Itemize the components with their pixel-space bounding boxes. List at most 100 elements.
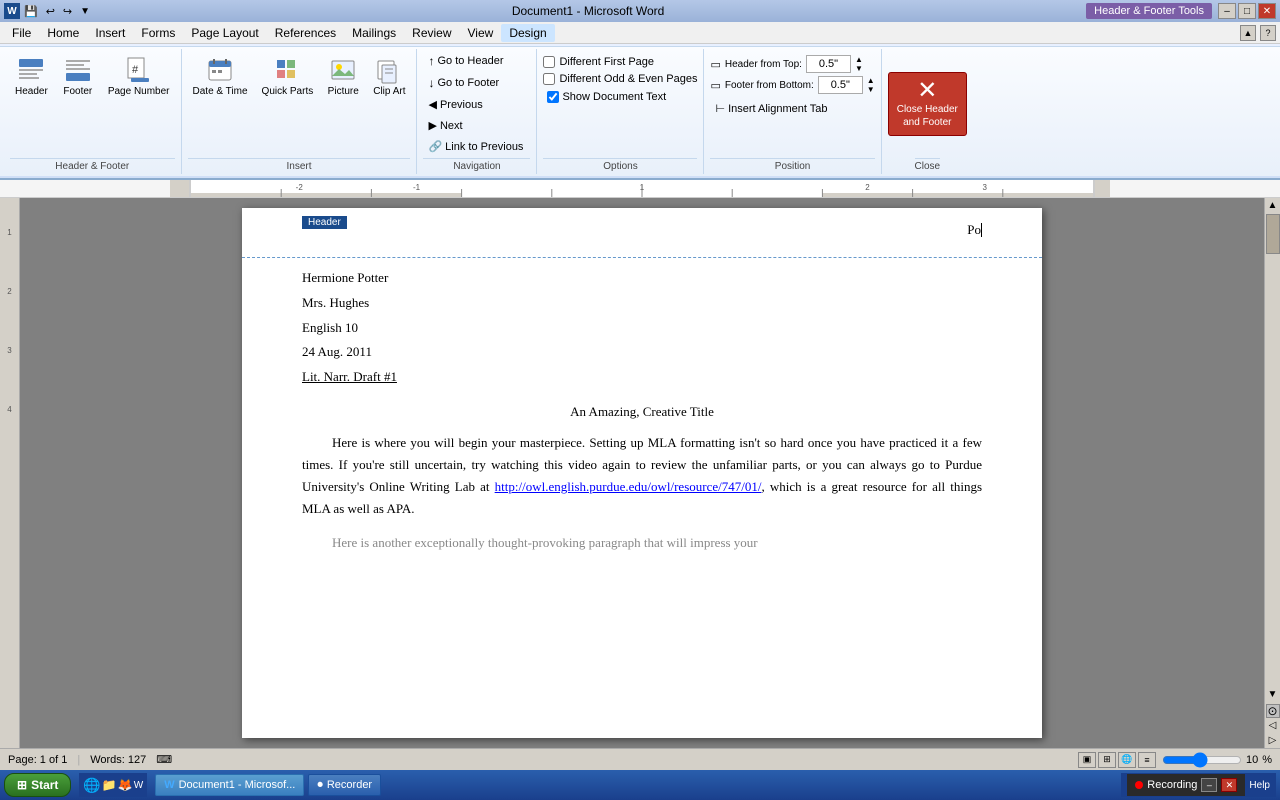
footer-bottom-up[interactable]: ▲ bbox=[867, 76, 875, 85]
quick-save[interactable]: 💾 bbox=[24, 5, 38, 18]
menu-view[interactable]: View bbox=[460, 24, 502, 42]
menu-page-layout[interactable]: Page Layout bbox=[183, 24, 266, 42]
page-info: Page: 1 of 1 bbox=[8, 754, 67, 766]
zoom-level: 10 bbox=[1246, 754, 1258, 766]
view-web-button[interactable]: 🌐 bbox=[1118, 752, 1136, 768]
help-button[interactable]: ? bbox=[1260, 25, 1276, 41]
ruler-inner: 1 -1 2 -2 3 bbox=[190, 180, 1094, 197]
prev-page-button[interactable]: ◁ bbox=[1267, 718, 1279, 733]
quick-redo[interactable]: ↪ bbox=[63, 5, 72, 18]
purdue-link[interactable]: http://owl.english.purdue.edu/owl/resour… bbox=[495, 479, 762, 494]
menu-references[interactable]: References bbox=[267, 24, 344, 42]
vertical-scrollbar[interactable]: ▲ ▼ ⊙ ◁ ▷ bbox=[1264, 198, 1280, 748]
scroll-up-button[interactable]: ▲ bbox=[1266, 198, 1280, 213]
insert-alignment-tab-button[interactable]: ⊢ Insert Alignment Tab bbox=[710, 99, 832, 118]
view-print-button[interactable]: ▣ bbox=[1078, 752, 1096, 768]
show-doc-text-option[interactable]: Show Document Text bbox=[543, 89, 670, 105]
page-body[interactable]: Hermione Potter Mrs. Hughes English 10 2… bbox=[242, 258, 1042, 586]
scroll-thumb[interactable] bbox=[1266, 214, 1280, 254]
position-items: ▭ Header from Top: ▲ ▼ ▭ Footer from Bot… bbox=[710, 51, 874, 156]
ie-icon[interactable]: 🌐 bbox=[83, 777, 100, 794]
zoom-slider[interactable] bbox=[1162, 754, 1242, 766]
quick-parts-button[interactable]: Quick Parts bbox=[257, 51, 319, 100]
recording-label: Recording bbox=[1147, 779, 1197, 791]
close-header-footer-button[interactable]: ✕ Close Headerand Footer bbox=[888, 72, 967, 136]
ribbon-group-insert: Date & Time Quick Parts Picture bbox=[182, 49, 418, 174]
previous-icon: ◀ bbox=[428, 98, 436, 111]
view-fullscreen-button[interactable]: ⊞ bbox=[1098, 752, 1116, 768]
menu-mailings[interactable]: Mailings bbox=[344, 24, 404, 42]
word-taskbar-item[interactable]: W Document1 - Microsof... bbox=[155, 774, 304, 796]
menu-design[interactable]: Design bbox=[501, 24, 554, 42]
header-top-down[interactable]: ▼ bbox=[855, 64, 863, 73]
view-draft-button[interactable]: ≡ bbox=[1138, 752, 1156, 768]
start-label: Start bbox=[31, 778, 58, 792]
recording-close-btn[interactable]: ✕ bbox=[1221, 778, 1237, 792]
word-count: Words: 127 bbox=[90, 754, 146, 766]
link-to-previous-button[interactable]: 🔗 Link to Previous bbox=[423, 137, 528, 156]
go-to-header-button[interactable]: ↑ Go to Header bbox=[423, 51, 508, 71]
select-browse-object-button[interactable]: ⊙ bbox=[1266, 704, 1280, 718]
start-button[interactable]: ⊞ Start bbox=[4, 773, 71, 797]
quick-launch-bar: 🌐 📁 🦊 W bbox=[79, 773, 147, 797]
close-header-footer-label: Close Headerand Footer bbox=[897, 103, 958, 129]
header-top-up[interactable]: ▲ bbox=[855, 55, 863, 64]
page-number-button[interactable]: # Page Number bbox=[103, 51, 175, 100]
svg-text:1: 1 bbox=[640, 183, 645, 192]
footer-bottom-down[interactable]: ▼ bbox=[867, 85, 875, 94]
footer-from-bottom-input[interactable] bbox=[818, 76, 863, 94]
date-line: 24 Aug. 2011 bbox=[302, 342, 982, 363]
ribbon-collapse-btn[interactable]: ▲ bbox=[1240, 25, 1256, 41]
teacher-line: Mrs. Hughes bbox=[302, 293, 982, 314]
diff-first-page-checkbox[interactable] bbox=[543, 56, 555, 68]
header-from-top-input[interactable] bbox=[806, 55, 851, 73]
folder-icon[interactable]: 📁 bbox=[102, 778, 117, 792]
menu-forms[interactable]: Forms bbox=[133, 24, 183, 42]
diff-first-page-option[interactable]: Different First Page bbox=[543, 55, 654, 69]
previous-button[interactable]: ◀ Previous bbox=[423, 95, 487, 114]
recording-minimize-btn[interactable]: – bbox=[1201, 778, 1217, 792]
recorder-taskbar-item[interactable]: ⏺ Recorder bbox=[308, 774, 381, 796]
firefox-icon[interactable]: 🦊 bbox=[118, 778, 133, 792]
go-to-header-icon: ↑ bbox=[428, 54, 434, 68]
picture-button[interactable]: Picture bbox=[322, 51, 364, 100]
quick-undo[interactable]: ↩ bbox=[46, 5, 55, 18]
menu-file[interactable]: File bbox=[4, 24, 39, 42]
quick-parts-label: Quick Parts bbox=[262, 86, 314, 97]
next-button[interactable]: ▶ Next bbox=[423, 116, 467, 135]
window-close-button[interactable]: ✕ bbox=[1258, 3, 1276, 19]
track-changes-icon[interactable]: ⌨ bbox=[156, 753, 172, 766]
show-doc-text-checkbox[interactable] bbox=[547, 91, 559, 103]
word-quick-icon[interactable]: W bbox=[134, 780, 143, 791]
recorder-label: Recorder bbox=[327, 779, 372, 791]
group-label-options: Options bbox=[543, 158, 697, 172]
menu-review[interactable]: Review bbox=[404, 24, 459, 42]
clip-art-button[interactable]: Clip Art bbox=[368, 51, 410, 100]
doc-scroll-area[interactable]: Header Po Hermione Potter Mrs. Hughes En… bbox=[20, 198, 1264, 748]
header-button[interactable]: Header bbox=[10, 51, 53, 100]
go-to-footer-button[interactable]: ↓ Go to Footer bbox=[423, 73, 504, 93]
diff-odd-even-checkbox[interactable] bbox=[543, 73, 555, 85]
menu-home[interactable]: Home bbox=[39, 24, 87, 42]
show-doc-text-label: Show Document Text bbox=[562, 91, 666, 103]
word-icon: W bbox=[4, 3, 20, 19]
alignment-tab-icon: ⊢ bbox=[715, 102, 725, 115]
ribbon: Header Footer # Page Number Header & Foo… bbox=[0, 44, 1280, 180]
footer-button[interactable]: Footer bbox=[57, 51, 99, 100]
quick-menu[interactable]: ▼ bbox=[80, 6, 90, 17]
paragraph-2: Here is another exceptionally thought-pr… bbox=[302, 532, 982, 554]
group-label-insert: Insert bbox=[188, 158, 411, 172]
date-time-button[interactable]: Date & Time bbox=[188, 51, 253, 100]
scroll-down-button[interactable]: ▼ bbox=[1266, 687, 1280, 702]
page-header-area[interactable]: Header Po bbox=[242, 208, 1042, 258]
footer-label: Footer bbox=[63, 86, 92, 97]
diff-odd-even-option[interactable]: Different Odd & Even Pages bbox=[543, 72, 697, 86]
menu-insert[interactable]: Insert bbox=[87, 24, 133, 42]
footer-from-bottom-field: ▭ Footer from Bottom: ▲ ▼ bbox=[710, 76, 874, 94]
diff-first-page-label: Different First Page bbox=[559, 56, 654, 68]
next-page-button[interactable]: ▷ bbox=[1267, 733, 1279, 748]
page-number-label: Page Number bbox=[108, 86, 170, 97]
maximize-button[interactable]: □ bbox=[1238, 3, 1256, 19]
close-x-icon: ✕ bbox=[917, 79, 937, 103]
minimize-button[interactable]: – bbox=[1218, 3, 1236, 19]
